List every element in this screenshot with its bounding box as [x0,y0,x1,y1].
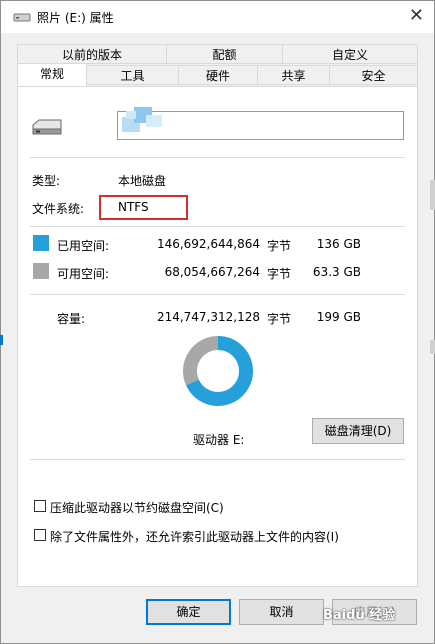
index-label: 除了文件属性外，还允许索引此驱动器上文件的内容(I) [50,530,339,544]
filesystem-label: 文件系统: [32,202,85,216]
tab-customize[interactable]: 自定义 [282,44,418,64]
separator [30,294,405,295]
free-swatch [33,263,49,279]
tab-quota[interactable]: 配额 [166,44,283,64]
tab-label: 安全 [361,69,386,83]
tab-hardware[interactable]: 硬件 [178,65,258,85]
free-space-slice [183,336,219,386]
used-bytes: 146,692,644,864 [156,237,260,251]
free-size: 63.3 GB [312,265,361,279]
ok-button[interactable]: 确定 [146,599,231,625]
tab-security[interactable]: 安全 [329,65,418,85]
tab-label: 自定义 [331,48,368,62]
index-checkbox[interactable] [34,529,46,541]
title-bar: 照片 (E:) 属性 ✕ [1,1,434,33]
tab-label: 工具 [120,69,145,83]
tab-label: 共享 [281,69,306,83]
tab-label: 常规 [39,67,64,81]
used-unit: 字节 [267,239,292,253]
highlight-box [99,195,188,220]
compress-checkbox[interactable] [34,500,46,512]
separator [30,157,405,158]
type-value: 本地磁盘 [118,174,167,188]
tab-general[interactable]: 常规 [17,63,87,86]
disk-cleanup-button[interactable]: 磁盘清理(D) [312,418,404,444]
properties-dialog: 照片 (E:) 属性 ✕ 以前的版本 配额 自定义 常规 工具 硬件 共享 安全… [0,0,435,644]
separator [30,226,405,227]
used-label: 已用空间: [57,239,110,253]
tab-label: 配额 [212,48,237,62]
compress-label: 压缩此驱动器以节约磁盘空间(C) [50,501,224,515]
background-window-fragment [0,335,3,345]
background-window-fragment [430,180,435,210]
local-disk-icon [32,119,62,135]
used-size: 136 GB [316,237,361,251]
capacity-unit: 字节 [267,312,292,326]
tab-label: 硬件 [205,69,230,83]
background-window-fragment [430,340,435,354]
separator [30,459,405,460]
free-label: 可用空间: [57,267,110,281]
capacity-bytes: 214,747,312,128 [156,310,260,324]
drive-name-input[interactable] [117,107,404,140]
used-swatch [33,235,49,251]
name-blur [122,107,162,132]
free-unit: 字节 [267,267,292,281]
type-label: 类型: [32,174,61,188]
cancel-button[interactable]: 取消 [239,599,324,625]
capacity-label: 容量: [57,312,86,326]
tab-tools[interactable]: 工具 [86,65,179,85]
baidu-watermark: Baidu 经验 [323,608,396,623]
close-button[interactable]: ✕ [409,5,424,27]
tab-previous-versions[interactable]: 以前的版本 [17,44,167,64]
tab-sharing[interactable]: 共享 [257,65,330,85]
free-bytes: 68,054,667,264 [164,265,260,279]
tab-label: 以前的版本 [61,48,122,62]
disk-usage-chart [183,336,253,406]
window-title: 照片 (E:) 属性 [37,11,114,25]
drive-icon [13,13,31,22]
drive-letter-label: 驱动器 E: [193,433,245,447]
capacity-size: 199 GB [316,310,361,324]
